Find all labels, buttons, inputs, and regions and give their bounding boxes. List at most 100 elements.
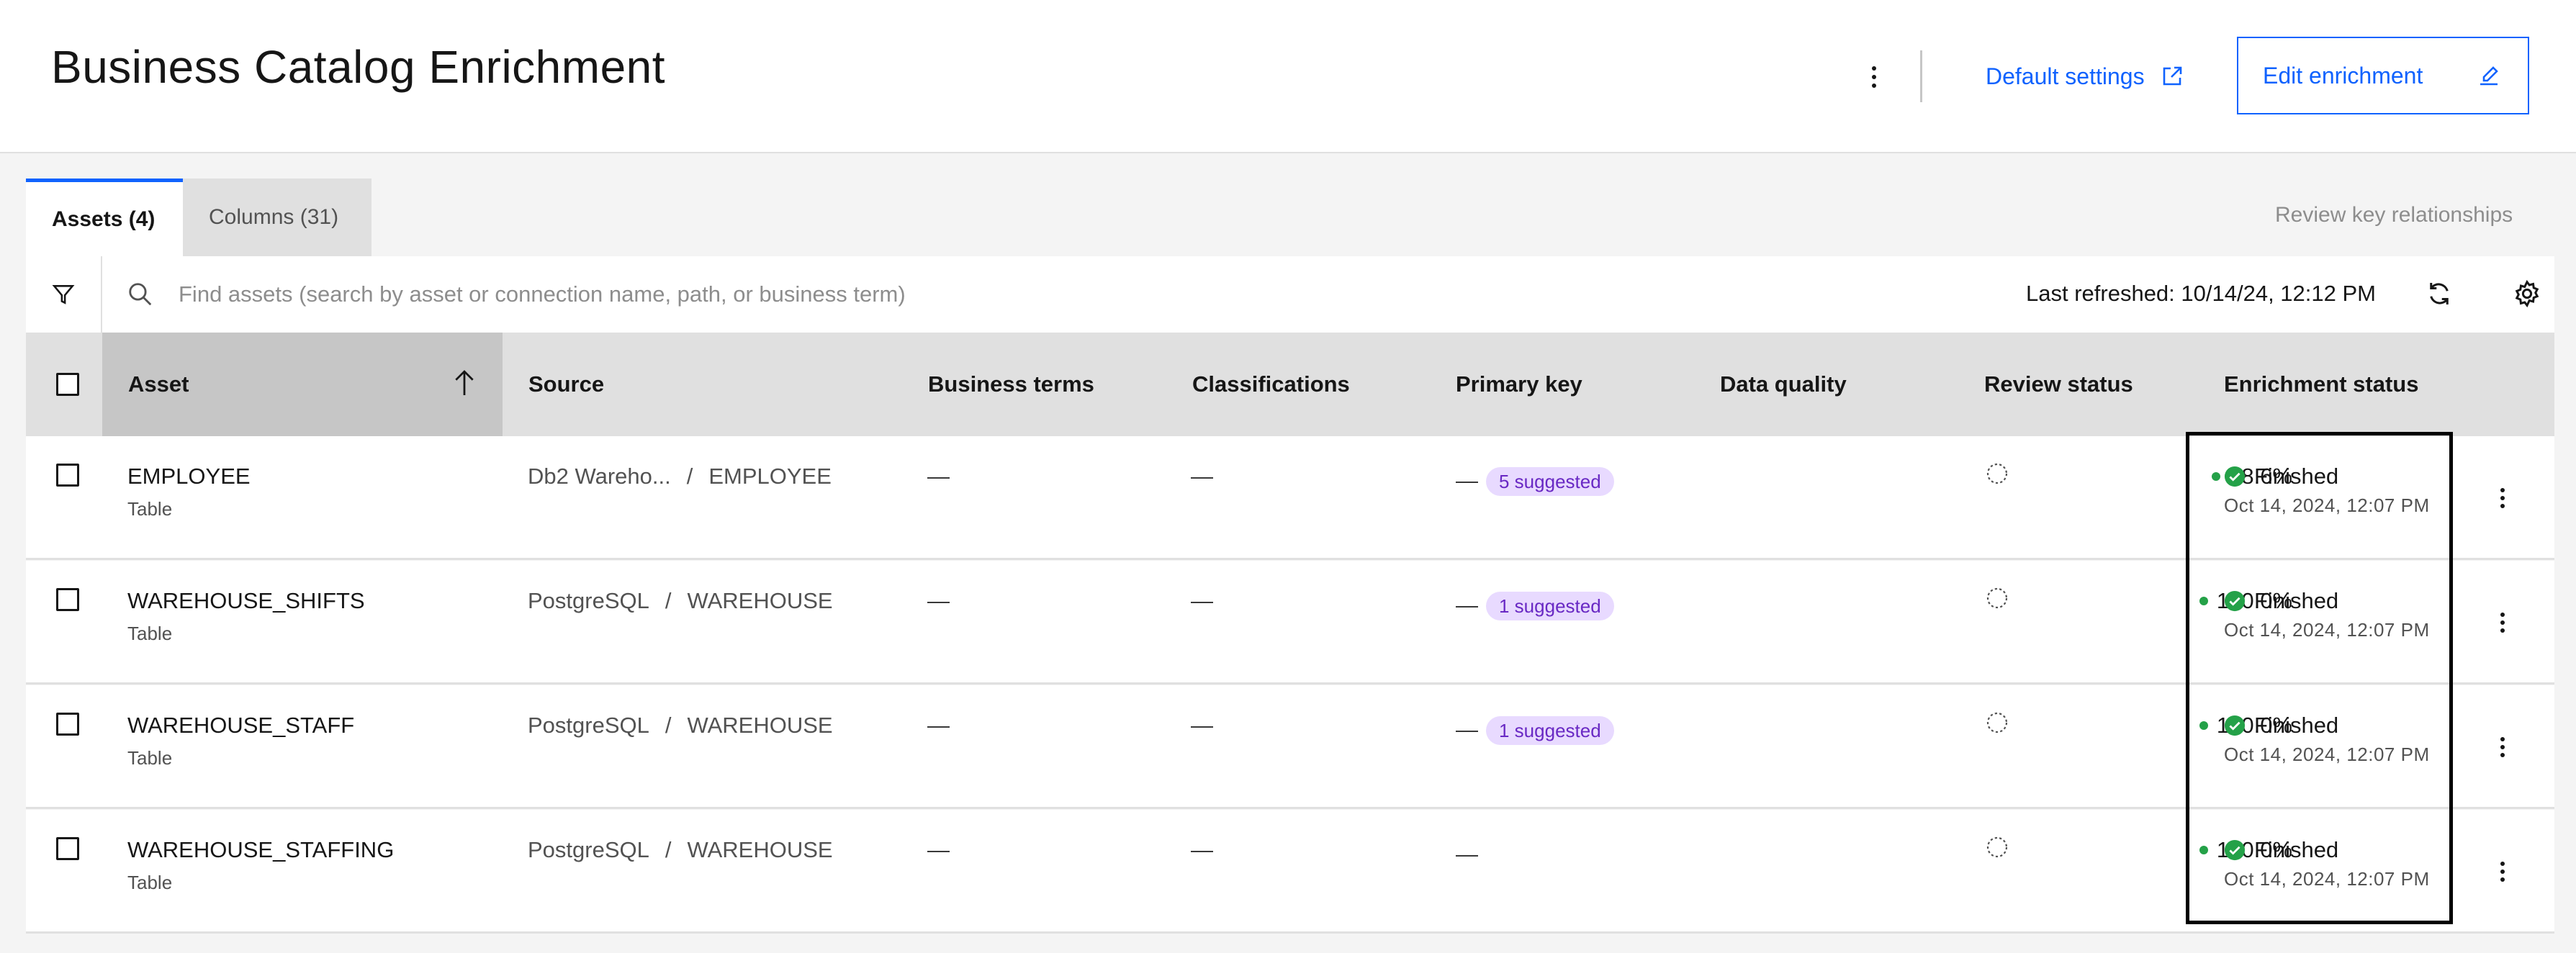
classifications-value: — <box>1191 464 1213 489</box>
review-key-relationships-link[interactable]: Review key relationships <box>2275 203 2513 227</box>
column-header-business-terms[interactable]: Business terms <box>928 333 1094 436</box>
enrichment-status: Finished <box>2224 837 2338 863</box>
business-terms-value: — <box>927 713 950 738</box>
tab-bar: Assets (4) Columns (31) <box>26 179 371 256</box>
pending-review-icon <box>1986 712 2008 733</box>
checkmark-filled-icon <box>2224 839 2246 861</box>
quality-indicator-dot <box>2199 846 2208 854</box>
table-row[interactable]: WAREHOUSE_SHIFTS Table PostgreSQL / WAREHOUS… <box>26 561 2554 685</box>
quality-indicator-dot <box>2212 472 2221 481</box>
default-settings-link[interactable]: Default settings <box>1986 60 2184 92</box>
row-checkbox[interactable] <box>56 588 79 611</box>
sort-ascending-icon[interactable] <box>452 369 477 397</box>
row-overflow-menu-icon[interactable] <box>2495 731 2510 763</box>
review-status <box>1986 587 2009 613</box>
table-header: Asset Source Business terms Classificati… <box>26 333 2554 436</box>
edit-enrichment-button[interactable]: Edit enrichment <box>2237 37 2529 114</box>
select-all-checkbox[interactable] <box>56 373 79 396</box>
review-status <box>1986 711 2009 738</box>
source-separator: / <box>665 588 672 613</box>
enrichment-status-label: Finished <box>2254 588 2339 613</box>
source-schema: WAREHOUSE <box>687 713 833 738</box>
asset-name[interactable]: WAREHOUSE_STAFF <box>127 713 354 739</box>
asset-type: Table <box>127 498 173 520</box>
select-all-cell <box>56 333 79 436</box>
last-refreshed-text: Last refreshed: 10/14/24, 12:12 PM <box>2026 281 2376 306</box>
source-connection: PostgreSQL <box>528 713 649 738</box>
edit-icon <box>2480 66 2498 86</box>
source-schema: EMPLOYEE <box>708 464 832 489</box>
row-overflow-menu-icon[interactable] <box>2495 856 2510 887</box>
asset-type: Table <box>127 747 173 769</box>
column-header-asset[interactable]: Asset <box>102 333 503 436</box>
table-row[interactable]: WAREHOUSE_STAFFING Table PostgreSQL / WAREHO… <box>26 810 2554 934</box>
primary-key-value: — <box>1456 592 1478 618</box>
overflow-menu-icon[interactable] <box>1863 59 1885 95</box>
pending-review-icon <box>1986 587 2008 609</box>
default-settings-label: Default settings <box>1986 63 2145 89</box>
source-connection: Db2 Wareho... <box>528 464 671 489</box>
source-path: PostgreSQL / WAREHOUSE <box>528 713 833 739</box>
row-overflow-menu-icon[interactable] <box>2495 482 2510 514</box>
enrichment-status-label: Finished <box>2254 713 2339 738</box>
page-title: Business Catalog Enrichment <box>51 41 666 93</box>
source-path: PostgreSQL / WAREHOUSE <box>528 588 833 614</box>
primary-key-value: — <box>1456 468 1478 493</box>
column-header-review-status[interactable]: Review status <box>1984 333 2133 436</box>
enrichment-status-date: Oct 14, 2024, 12:07 PM <box>2224 744 2430 765</box>
asset-name[interactable]: WAREHOUSE_SHIFTS <box>127 588 365 614</box>
enrichment-status: Finished <box>2224 464 2338 489</box>
row-checkbox[interactable] <box>56 837 79 860</box>
primary-key-suggested-tag[interactable]: 5 suggested <box>1486 467 1614 496</box>
source-path: PostgreSQL / WAREHOUSE <box>528 837 833 863</box>
enrichment-status-date: Oct 14, 2024, 12:07 PM <box>2224 619 2430 641</box>
enrichment-status: Finished <box>2224 588 2338 614</box>
checkmark-filled-icon <box>2224 590 2246 612</box>
row-overflow-menu-icon[interactable] <box>2495 607 2510 638</box>
refresh-icon[interactable] <box>2425 279 2454 308</box>
column-header-source[interactable]: Source <box>528 333 604 436</box>
quality-indicator-dot <box>2199 597 2208 605</box>
source-separator: / <box>665 713 672 738</box>
review-status <box>1986 462 2009 489</box>
column-header-enrichment-status[interactable]: Enrichment status <box>2224 333 2418 436</box>
source-schema: WAREHOUSE <box>687 588 833 613</box>
filter-button[interactable] <box>26 256 102 333</box>
classifications-value: — <box>1191 588 1213 613</box>
classifications-value: — <box>1191 837 1213 862</box>
column-header-primary-key[interactable]: Primary key <box>1456 333 1582 436</box>
classifications-value: — <box>1191 713 1213 738</box>
source-separator: / <box>665 837 672 862</box>
page-header: Business Catalog Enrichment Default sett… <box>0 0 2576 153</box>
source-connection: PostgreSQL <box>528 588 649 613</box>
tab-columns[interactable]: Columns (31) <box>183 179 371 256</box>
tab-assets[interactable]: Assets (4) <box>26 179 183 256</box>
column-header-data-quality[interactable]: Data quality <box>1720 333 1847 436</box>
column-header-classifications[interactable]: Classifications <box>1192 333 1350 436</box>
search-icon <box>129 283 152 306</box>
business-terms-value: — <box>927 837 950 862</box>
row-checkbox[interactable] <box>56 713 79 736</box>
table-row[interactable]: WAREHOUSE_STAFF Table PostgreSQL / WAREHOUSE… <box>26 685 2554 809</box>
asset-type: Table <box>127 623 173 644</box>
primary-key-suggested-tag[interactable]: 1 suggested <box>1486 716 1614 745</box>
filter-icon <box>52 285 75 304</box>
edit-enrichment-label: Edit enrichment <box>2263 62 2423 89</box>
primary-key-value: — <box>1456 841 1478 867</box>
launch-icon <box>2163 66 2181 86</box>
business-terms-value: — <box>927 588 950 613</box>
settings-icon[interactable] <box>2513 279 2541 308</box>
review-status <box>1986 836 2009 862</box>
table-row[interactable]: EMPLOYEE Table Db2 Wareho... / EMPLOYEE — — — 5 … <box>26 436 2554 560</box>
search-input[interactable] <box>179 274 1114 315</box>
checkmark-filled-icon <box>2224 466 2246 487</box>
row-checkbox[interactable] <box>56 464 79 487</box>
source-separator: / <box>686 464 693 489</box>
primary-key-suggested-tag[interactable]: 1 suggested <box>1486 592 1614 620</box>
asset-name[interactable]: EMPLOYEE <box>127 464 251 489</box>
asset-name[interactable]: WAREHOUSE_STAFFING <box>127 837 394 863</box>
pending-review-icon <box>1986 463 2008 484</box>
source-connection: PostgreSQL <box>528 837 649 862</box>
quality-indicator-dot <box>2199 721 2208 730</box>
source-path: Db2 Wareho... / EMPLOYEE <box>528 464 832 489</box>
